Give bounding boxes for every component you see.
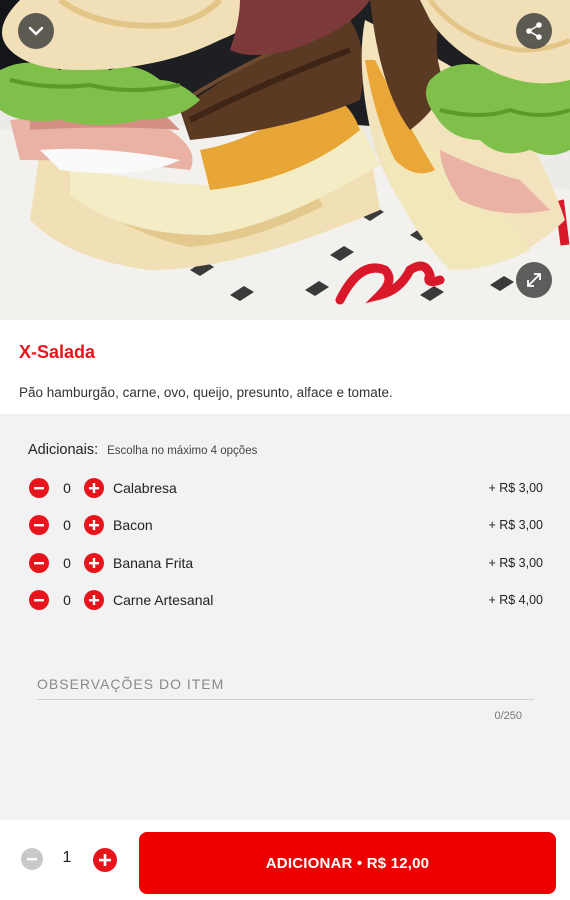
additionals-header: Adicionais: Escolha no máximo 4 opções (28, 442, 257, 458)
footer-bar: 1 ADICIONAR • R$ 12,00 (0, 820, 570, 900)
decrease-option-button[interactable] (29, 590, 49, 610)
option-name: Carne Artesanal (113, 592, 214, 608)
option-row: 0 Bacon + R$ 3,00 (0, 513, 570, 537)
options-panel: Adicionais: Escolha no máximo 4 opções 0… (0, 414, 570, 820)
share-button[interactable] (516, 13, 552, 49)
decrease-option-button[interactable] (29, 553, 49, 573)
increase-option-button[interactable] (84, 478, 104, 498)
option-quantity: 0 (63, 592, 71, 608)
minus-icon (34, 524, 44, 527)
plus-icon (99, 854, 111, 866)
option-price: + R$ 4,00 (488, 593, 543, 607)
additionals-hint: Escolha no máximo 4 opções (107, 445, 258, 457)
option-row: 0 Banana Frita + R$ 3,00 (0, 551, 570, 575)
option-quantity: 0 (63, 517, 71, 533)
option-row: 0 Carne Artesanal + R$ 4,00 (0, 588, 570, 612)
observations-counter: 0/250 (494, 710, 522, 722)
plus-icon (89, 595, 99, 605)
add-to-cart-button[interactable]: ADICIONAR • R$ 12,00 (139, 832, 556, 894)
product-detail-screen: X-Salada Pão hamburgão, carne, ovo, quei… (0, 0, 570, 900)
option-price: + R$ 3,00 (488, 556, 543, 570)
option-name: Calabresa (113, 480, 177, 496)
increase-quantity-button[interactable] (93, 848, 117, 872)
additionals-title: Adicionais: (28, 442, 99, 458)
product-photo (0, 0, 570, 320)
option-price: + R$ 3,00 (488, 481, 543, 495)
expand-image-button[interactable] (516, 262, 552, 298)
plus-icon (89, 558, 99, 568)
option-row: 0 Calabresa + R$ 3,00 (0, 476, 570, 500)
collapse-button[interactable] (18, 13, 54, 49)
minus-icon (34, 487, 44, 490)
minus-icon (34, 599, 44, 602)
product-title: X-Salada (19, 342, 96, 362)
share-icon (526, 22, 542, 40)
minus-icon (34, 562, 44, 565)
chevron-down-icon (28, 26, 44, 36)
option-price: + R$ 3,00 (488, 518, 543, 532)
plus-icon (89, 520, 99, 530)
plus-icon (89, 483, 99, 493)
increase-option-button[interactable] (84, 515, 104, 535)
increase-option-button[interactable] (84, 553, 104, 573)
increase-option-button[interactable] (84, 590, 104, 610)
decrease-quantity-button[interactable] (21, 848, 43, 870)
product-description: Pão hamburgão, carne, ovo, queijo, presu… (19, 385, 393, 400)
decrease-option-button[interactable] (29, 478, 49, 498)
decrease-option-button[interactable] (29, 515, 49, 535)
observations-field[interactable]: OBSERVAÇÕES DO ITEM (37, 676, 224, 692)
minus-icon (27, 858, 37, 861)
option-quantity: 0 (63, 480, 71, 496)
option-quantity: 0 (63, 555, 71, 571)
product-info: X-Salada Pão hamburgão, carne, ovo, quei… (0, 320, 570, 414)
observations-underline (37, 699, 534, 700)
option-name: Banana Frita (113, 555, 194, 571)
expand-icon (527, 273, 541, 287)
option-name: Bacon (113, 517, 153, 533)
item-quantity: 1 (62, 849, 72, 866)
